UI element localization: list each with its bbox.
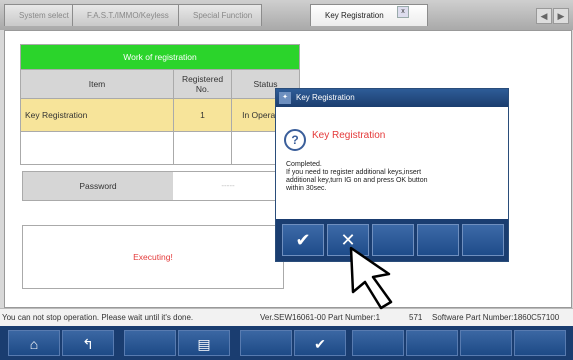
confirm-button[interactable]: ✔ [294,330,346,356]
dialog-title: Key Registration [296,93,355,102]
dialog-line-1: Completed. [286,161,322,168]
status-message: You can not stop operation. Please wait … [2,313,194,322]
column-header-registered: Registered No. [173,69,232,99]
app-icon: ✦ [279,92,291,104]
close-tab-icon[interactable]: x [397,6,409,18]
column-header-item: Item [20,69,174,99]
print-icon: ▤ [197,336,211,352]
print-button[interactable]: ▤ [178,330,230,356]
tab-system-select[interactable]: System select [4,4,74,26]
home-icon: ⌂ [29,336,39,352]
check-icon: ✔ [314,336,326,352]
back-button[interactable]: ↰ [62,330,114,356]
question-icon: ? [284,129,306,151]
ok-button[interactable]: ✔ [282,224,324,256]
back-icon: ↰ [82,336,94,352]
software-part-number: Software Part Number:1860C57100 [432,313,560,322]
pointer-arrow-icon [349,246,393,310]
password-value[interactable]: ----- [173,172,283,200]
work-table-title: Work of registration [20,44,300,70]
tab-bar: System select F.A.S.T./IMMO/Keyless Spec… [0,0,573,30]
toolbar-blank-button-4[interactable] [406,330,458,356]
toolbar-blank-button-1[interactable] [124,330,176,356]
status-bar: You can not stop operation. Please wait … [0,308,573,326]
key-registration-dialog: ✦ Key Registration ? Key Registration Co… [275,88,509,262]
dialog-line-4: within 30sec. [286,185,327,192]
dialog-title-bar: ✦ Key Registration [276,89,508,107]
tab-fast-immo-keyless[interactable]: F.A.S.T./IMMO/Keyless [72,4,180,26]
tab-special-function[interactable]: Special Function [178,4,262,26]
work-table: Work of registration Item Registered No.… [20,44,300,165]
row-registered: 1 [173,98,232,132]
bottom-toolbar: ⌂ ↰ ▤ ✔ [0,326,573,360]
dialog-blank-button-2[interactable] [417,224,459,256]
tab-key-registration[interactable]: Key Registration [310,4,428,26]
dialog-message: Completed. If you need to register addit… [286,161,501,193]
table-row-empty [20,131,300,165]
dialog-heading: Key Registration [312,130,386,141]
toolbar-blank-button-3[interactable] [352,330,404,356]
home-button[interactable]: ⌂ [8,330,60,356]
row-item: Key Registration [20,98,174,132]
password-label: Password [23,172,173,200]
dialog-blank-button-3[interactable] [462,224,504,256]
tab-next-icon[interactable]: ▶ [553,8,569,24]
dialog-line-2: If you need to register additional keys,… [286,169,422,176]
executing-status: Executing! [22,225,284,289]
toolbar-blank-button-2[interactable] [240,330,292,356]
table-row: Key Registration 1 In Operation [20,98,300,132]
tab-prev-icon[interactable]: ◀ [536,8,552,24]
toolbar-blank-button-5[interactable] [460,330,512,356]
check-icon: ✔ [295,230,311,250]
toolbar-blank-button-6[interactable] [514,330,566,356]
dialog-line-3: additional key,turn IG on and press OK b… [286,177,428,184]
password-field[interactable]: Password ----- [22,171,284,201]
